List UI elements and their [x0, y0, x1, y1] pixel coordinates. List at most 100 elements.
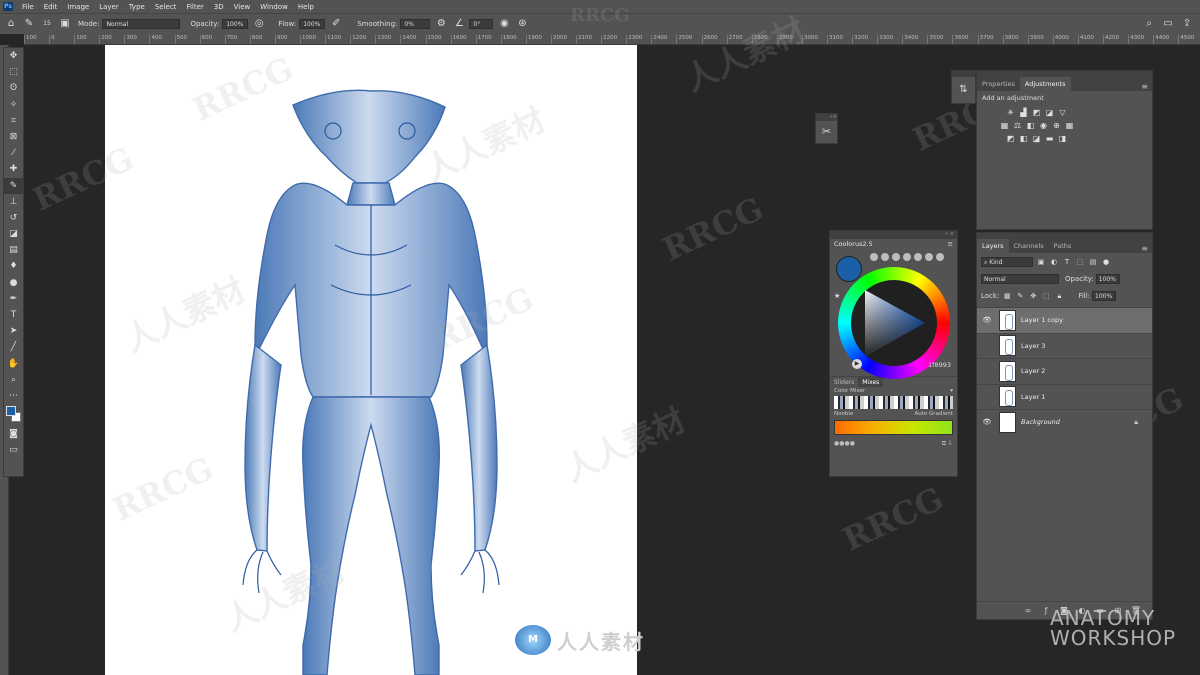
color-triangle-container[interactable]	[851, 280, 937, 366]
layer-opacity-field[interactable]: 100%	[1095, 273, 1120, 284]
pressure-size-icon[interactable]: ◉	[497, 17, 511, 31]
blend-mode-select[interactable]: Normal	[981, 273, 1059, 284]
mode-select[interactable]: Normal	[102, 19, 181, 29]
foreground-color-swatch[interactable]	[6, 406, 16, 417]
eye-icon[interactable]: 👁︎	[981, 418, 993, 426]
gradient-map-icon[interactable]: ▬	[1044, 134, 1055, 144]
crop-tool-icon[interactable]: ⌗	[4, 113, 23, 129]
brightness-icon[interactable]: ☀	[1005, 108, 1016, 118]
color-mixer-strip[interactable]	[834, 396, 953, 409]
gradient-right-label[interactable]: Auto Gradient	[915, 411, 953, 417]
footer-actions-icon[interactable]: ⧉ ⇩	[942, 440, 953, 448]
tab-adjustments[interactable]: Adjustments	[1019, 77, 1071, 91]
line-tool-icon[interactable]: ╱	[4, 339, 23, 355]
layer-name[interactable]: Layer 3	[1021, 342, 1045, 350]
angle-field[interactable]: 0°	[469, 19, 494, 29]
more-tools-icon[interactable]: ⋯	[4, 388, 23, 404]
quick-mask-icon[interactable]: ◙	[4, 426, 23, 442]
quick-select-tool-icon[interactable]: ✧	[4, 97, 23, 113]
marquee-tool-icon[interactable]: ⬚	[4, 64, 23, 80]
smoothing-options-gear-icon[interactable]: ⚙	[434, 17, 448, 31]
healing-brush-tool-icon[interactable]: ✚	[4, 161, 23, 177]
menu-file[interactable]: File	[17, 3, 39, 11]
gradient-strip[interactable]	[834, 420, 953, 435]
brush-settings-icon[interactable]: ▣	[58, 17, 72, 31]
blur-tool-icon[interactable]: ♦	[4, 258, 23, 274]
photo-filter-icon[interactable]: ◉	[1038, 121, 1049, 131]
pressure-opacity-icon[interactable]: ◎	[252, 17, 266, 31]
color-swatches[interactable]	[4, 404, 23, 426]
airbrush-icon[interactable]: ✐	[329, 17, 343, 31]
color-wheel-area[interactable]: ★ ▶ 1f8993	[830, 250, 957, 379]
tab-properties[interactable]: Properties	[977, 77, 1020, 91]
color-balance-icon[interactable]: ⚖	[1012, 121, 1023, 131]
pen-tool-icon[interactable]: ✒	[4, 291, 23, 307]
threshold-icon[interactable]: ◪	[1031, 134, 1042, 144]
eye-icon[interactable]: 👁︎	[981, 316, 993, 324]
pager-dots-icon[interactable]: ●●●●	[834, 440, 855, 448]
lock-pixels-icon[interactable]: ✎	[1015, 291, 1025, 301]
opacity-field[interactable]: 100%	[222, 19, 249, 29]
tab-paths[interactable]: Paths	[1049, 239, 1077, 253]
layer-row[interactable]: Layer 3	[977, 332, 1152, 359]
search-icon[interactable]: ⌕	[1142, 17, 1156, 31]
menu-help[interactable]: Help	[293, 3, 319, 11]
layer-row[interactable]: 👁︎ Layer 1 copy	[977, 307, 1152, 333]
menu-type[interactable]: Type	[124, 3, 150, 11]
menu-3d[interactable]: 3D	[209, 3, 229, 11]
color-lookup-icon[interactable]: ▦	[1064, 121, 1075, 131]
filter-type-icon[interactable]: T	[1062, 257, 1072, 267]
smoothing-field[interactable]: 0%	[400, 19, 431, 29]
filter-toggle-icon[interactable]: ●	[1101, 257, 1111, 267]
tab-channels[interactable]: Channels	[1009, 239, 1049, 253]
move-tool-icon[interactable]: ✥	[4, 48, 23, 64]
document-canvas[interactable]	[105, 45, 637, 675]
lock-artboard-icon[interactable]: ⬚	[1041, 291, 1051, 301]
tab-sliders[interactable]: Sliders	[830, 377, 858, 387]
background-lock-icon[interactable]: 🔒︎	[1134, 418, 1138, 427]
vibrance-icon[interactable]: ▽	[1057, 108, 1068, 118]
black-white-icon[interactable]: ◧	[1025, 121, 1036, 131]
current-color-swatch[interactable]	[836, 256, 862, 282]
flow-field[interactable]: 100%	[299, 19, 326, 29]
link-layers-icon[interactable]: ∞	[1022, 606, 1034, 615]
tab-mixes[interactable]: Mixes	[858, 377, 884, 387]
layer-name[interactable]: Layer 1	[1021, 393, 1045, 401]
layer-row[interactable]: Layer 2	[977, 358, 1152, 384]
menu-layer[interactable]: Layer	[94, 3, 124, 11]
symmetry-icon[interactable]: ⊛	[515, 17, 529, 31]
lock-transparent-icon[interactable]: ▦	[1002, 291, 1012, 301]
menu-edit[interactable]: Edit	[39, 3, 63, 11]
eraser-tool-icon[interactable]: ◪	[4, 226, 23, 242]
collapse-icon[interactable]: »×	[816, 114, 837, 121]
selective-color-icon[interactable]: ◨	[1057, 134, 1068, 144]
workspace-icon[interactable]: ▭	[1161, 17, 1175, 31]
hue-saturation-icon[interactable]: ▦	[999, 121, 1010, 131]
hand-tool-icon[interactable]: ✋	[4, 356, 23, 372]
filter-shape-icon[interactable]: ⬚	[1075, 257, 1085, 267]
brush-size-picker[interactable]: 15	[40, 17, 54, 31]
layer-name[interactable]: Background	[1021, 418, 1060, 426]
clone-stamp-tool-icon[interactable]: ⊥	[4, 194, 23, 210]
frame-tool-icon[interactable]: ⊠	[4, 129, 23, 145]
coolorus-panel-header[interactable]: » ×	[830, 231, 957, 239]
star-icon[interactable]: ★	[834, 292, 840, 302]
harmony-dots[interactable]	[870, 253, 947, 261]
layer-name[interactable]: Layer 1 copy	[1021, 316, 1063, 324]
kind-filter-select[interactable]: ⌕ Kind	[981, 256, 1033, 267]
menu-window[interactable]: Window	[255, 3, 293, 11]
layer-row[interactable]: Layer 1	[977, 383, 1152, 410]
lock-all-icon[interactable]: 🔒︎	[1054, 291, 1064, 301]
menu-image[interactable]: Image	[62, 3, 94, 11]
coolorus-menu-icon[interactable]: ≡	[948, 239, 957, 250]
curves-icon[interactable]: ◩	[1031, 108, 1042, 118]
posterize-icon[interactable]: ◧	[1018, 134, 1029, 144]
menu-view[interactable]: View	[229, 3, 256, 11]
eyedropper-tool-icon[interactable]: ⁄	[4, 145, 23, 161]
exposure-icon[interactable]: ◪	[1044, 108, 1055, 118]
gradient-tool-icon[interactable]: ▤	[4, 242, 23, 258]
brush-tool-preset-icon[interactable]: ✎	[22, 17, 36, 31]
photoshop-logo-icon[interactable]: Ps	[3, 2, 13, 11]
filter-adjustment-icon[interactable]: ◐	[1049, 257, 1059, 267]
panel-menu-icon[interactable]: ≡	[1141, 82, 1152, 91]
